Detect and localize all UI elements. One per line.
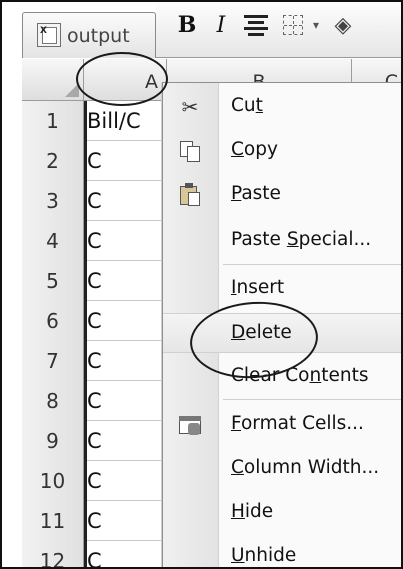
- bold-button[interactable]: B: [174, 10, 200, 40]
- menu-item-label: Insert: [231, 277, 285, 298]
- excel-window: X output B I ▾ ◈ A B C 1 Bill/C 2: [0, 0, 403, 569]
- cell-a[interactable]: Bill/C: [84, 101, 167, 141]
- cell-a[interactable]: C: [84, 141, 167, 181]
- menu-separator: [223, 264, 401, 265]
- menu-item-insert[interactable]: Insert: [163, 269, 401, 309]
- copy-icon: [177, 139, 203, 163]
- italic-button[interactable]: I: [208, 10, 234, 40]
- menu-item-paste-special[interactable]: Paste Special...: [163, 221, 401, 261]
- annotation-circle-column-a: [76, 52, 168, 106]
- cell-a[interactable]: C: [84, 461, 167, 501]
- mini-toolbar: B I ▾ ◈: [156, 2, 401, 58]
- row-header[interactable]: 6: [22, 301, 84, 341]
- workbook-tab[interactable]: X output: [22, 12, 156, 58]
- cell-a[interactable]: C: [84, 301, 167, 341]
- cell-a[interactable]: C: [84, 541, 167, 567]
- cell-a[interactable]: C: [84, 501, 167, 541]
- menu-item-unhide[interactable]: Unhide: [163, 537, 401, 567]
- row-header[interactable]: 3: [22, 181, 84, 221]
- align-center-button[interactable]: [242, 10, 270, 40]
- row-header[interactable]: 7: [22, 341, 84, 381]
- cell-a[interactable]: C: [84, 261, 167, 301]
- menu-item-label: Cut: [231, 95, 263, 116]
- row-header[interactable]: 9: [22, 421, 84, 461]
- row-header[interactable]: 5: [22, 261, 84, 301]
- menu-item-hide[interactable]: Hide: [163, 493, 401, 533]
- selected-column-border: [84, 101, 87, 567]
- cell-a[interactable]: C: [84, 381, 167, 421]
- menu-item-copy[interactable]: Copy: [163, 131, 401, 171]
- select-all-corner[interactable]: [22, 59, 84, 101]
- borders-dropdown[interactable]: ▾: [310, 10, 322, 40]
- row-header[interactable]: 4: [22, 221, 84, 261]
- menu-item-label: Unhide: [231, 545, 297, 566]
- menu-item-label: Copy: [231, 139, 278, 160]
- menu-item-label: Paste: [231, 183, 281, 204]
- cell-a[interactable]: C: [84, 221, 167, 261]
- cell-a[interactable]: C: [84, 181, 167, 221]
- align-center-icon: [244, 12, 268, 39]
- row-header[interactable]: 1: [22, 101, 84, 141]
- menu-item-cut[interactable]: ✂ Cut: [163, 87, 401, 127]
- row-header[interactable]: 2: [22, 141, 84, 181]
- menu-item-label: Paste Special...: [231, 229, 372, 250]
- fill-color-button[interactable]: ◈: [328, 10, 358, 40]
- menu-item-label: Hide: [231, 501, 274, 522]
- row-header[interactable]: 10: [22, 461, 84, 501]
- scissors-icon: ✂: [181, 95, 199, 119]
- menu-item-format-cells[interactable]: Format Cells...: [163, 405, 401, 445]
- menu-item-paste[interactable]: Paste: [163, 175, 401, 215]
- row-header[interactable]: 8: [22, 381, 84, 421]
- borders-button[interactable]: [280, 10, 306, 40]
- cell-a[interactable]: C: [84, 341, 167, 381]
- workbook-tab-label: output: [67, 25, 130, 47]
- menu-item-label: Column Width...: [231, 457, 380, 478]
- format-cells-icon: [177, 413, 203, 437]
- borders-icon: [283, 15, 303, 35]
- row-header[interactable]: 11: [22, 501, 84, 541]
- menu-item-label: Format Cells...: [231, 413, 364, 434]
- fill-color-icon: ◈: [334, 12, 352, 38]
- menu-item-column-width[interactable]: Column Width...: [163, 449, 401, 489]
- workbook-icon: X: [37, 23, 61, 47]
- paste-icon: [177, 183, 203, 207]
- menu-separator: [223, 399, 401, 400]
- row-header[interactable]: 12: [22, 541, 84, 567]
- cell-a[interactable]: C: [84, 421, 167, 461]
